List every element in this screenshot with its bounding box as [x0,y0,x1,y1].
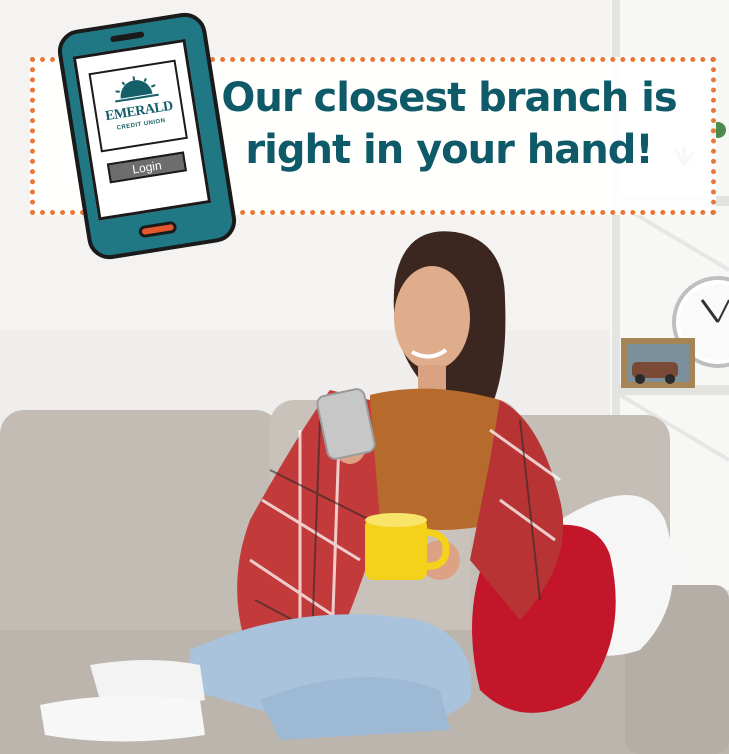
login-button[interactable]: Login [106,151,187,184]
headline: Our closest branch is right in your hand… [218,72,680,176]
sunrise-logo-icon [115,76,159,103]
emerald-logo: EMERALD CREDIT UNION [88,59,188,153]
headline-line-2: right in your hand! [245,127,653,173]
picture-frame [621,338,695,388]
headline-line-1: Our closest branch is [221,75,677,121]
